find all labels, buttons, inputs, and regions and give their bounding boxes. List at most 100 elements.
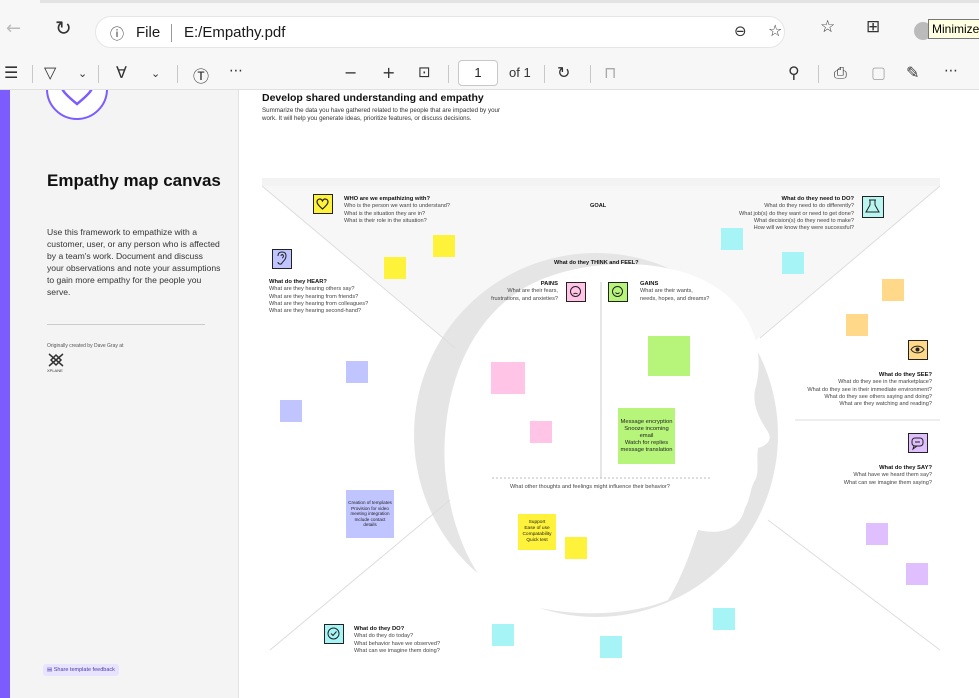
favorites-icon[interactable]: ☆ [820, 17, 835, 37]
sticky-note[interactable] [882, 279, 904, 301]
settings-more-icon[interactable]: ⋯ [944, 63, 958, 79]
sticky-note[interactable] [492, 624, 514, 646]
zoom-out-icon[interactable]: − [344, 63, 357, 82]
sticky-note[interactable] [782, 252, 804, 274]
divider-line [767, 519, 941, 651]
url-bar[interactable]: ⓘ File E:/Empathy.pdf ⊖ ☆ [95, 16, 785, 48]
sticky-note[interactable] [906, 563, 928, 585]
zoom-out-icon[interactable]: ⊖ [734, 22, 747, 40]
need-line: What job(s) do they want or need to get … [738, 210, 854, 217]
page-view-icon[interactable]: ⊓ [604, 63, 616, 82]
heart-badge [46, 90, 108, 120]
search-icon[interactable]: ⚲ [788, 63, 800, 82]
collections-icon[interactable]: ⊞ [866, 17, 880, 37]
ear-icon [277, 251, 287, 265]
sticky-note[interactable] [433, 235, 455, 257]
sticky-note[interactable] [713, 608, 735, 630]
tab-strip-edge [40, 0, 979, 3]
save-icon[interactable]: ▢ [871, 63, 886, 82]
logo-text: XPLANE [47, 368, 63, 373]
contents-icon[interactable]: ☰ [4, 63, 18, 82]
canvas-subheading: Summarize the data you have gathered rel… [262, 107, 501, 123]
page-number-input[interactable]: 1 [458, 60, 498, 86]
who-line: What is the situation they are in? [344, 210, 426, 217]
who-title: WHO are we empathizing with? [344, 196, 430, 202]
do-line: What can we imagine them doing? [354, 647, 440, 654]
gains-sticky-note[interactable]: Message encryption Snooze incoming email… [618, 408, 675, 464]
who-icon-box [313, 194, 333, 214]
hear-sticky-note[interactable]: Creation of templates Provision for vide… [346, 490, 394, 538]
feedback-button[interactable]: ▤ Share template feedback [43, 664, 119, 676]
divider [47, 324, 205, 325]
draw-icon[interactable]: ∀ [116, 63, 127, 82]
print-icon[interactable]: ⎙ [834, 63, 847, 83]
sticky-note[interactable] [846, 314, 868, 336]
xplane-logo-icon [48, 353, 64, 367]
hear-title: What do they HEAR? [269, 279, 327, 285]
rotate-icon[interactable]: ↻ [557, 63, 570, 82]
text-box-icon[interactable]: Ⓣ [193, 63, 209, 87]
highlight-dropdown-icon[interactable]: ⌄ [78, 67, 87, 80]
who-block: WHO are we empathizing with? Who is the … [344, 196, 484, 225]
url-text: E:/Empathy.pdf [184, 24, 286, 41]
page-total-label: of 1 [509, 65, 531, 80]
sticky-note[interactable] [280, 400, 302, 422]
pains-icon-box [566, 282, 586, 302]
sticky-note[interactable] [384, 257, 406, 279]
need-icon-box [862, 196, 884, 218]
empathy-canvas: Develop shared understanding and empathy… [240, 90, 979, 698]
toolbar-separator [448, 65, 449, 83]
toolbar-separator [590, 65, 591, 83]
favorite-add-icon[interactable]: ☆ [768, 21, 782, 40]
feedback-icon: ▤ [47, 667, 54, 673]
do-icon-box [324, 624, 344, 644]
do-line: What do they do today? [354, 633, 414, 640]
back-arrow-icon[interactable]: ← [6, 18, 21, 39]
check-circle-icon [327, 627, 340, 640]
gains-line: What are their wants, [640, 288, 693, 295]
sticky-note[interactable] [866, 523, 888, 545]
heart-icon [316, 198, 329, 210]
canvas-heading: Develop shared understanding and empathy [262, 92, 484, 104]
need-line: How will we know they were successful? [753, 225, 854, 232]
see-line: What do they see in the marketplace? [838, 379, 932, 386]
highlight-icon[interactable]: ▽ [44, 63, 56, 82]
other-sticky-note[interactable]: Support Ease of use Compatability Quick … [518, 514, 556, 550]
more-tools-icon[interactable]: ⋯ [229, 63, 243, 79]
gains-title: GAINS [640, 281, 659, 287]
sticky-note[interactable] [491, 362, 525, 394]
need-title: What do they need to DO? [781, 196, 854, 202]
say-line: What have we heard them say? [853, 472, 932, 479]
fit-width-icon[interactable]: ⊡ [418, 63, 431, 81]
pdf-toolbar: ☰ ▽ ⌄ ∀ ⌄ Ⓣ ⋯ − + ⊡ 1 of 1 ↻ ⊓ ⚲ ⎙ ▢ ✎ ⋯ [0, 56, 979, 90]
toolbar-separator [544, 65, 545, 83]
refresh-icon[interactable]: ↻ [55, 16, 72, 40]
goal-label: GOAL [590, 203, 607, 209]
hear-line: What are they hearing second-hand? [269, 308, 362, 315]
url-scheme-label: File [136, 24, 161, 41]
hear-line: What are they hearing from friends? [269, 293, 359, 300]
see-line: What are they watching and reading? [839, 401, 932, 408]
sticky-note[interactable] [600, 636, 622, 658]
sticky-note[interactable] [346, 361, 368, 383]
other-thoughts-label: What other thoughts and feelings might i… [510, 484, 670, 490]
info-icon[interactable]: ⓘ [110, 24, 124, 44]
hear-line: What are they hearing from colleagues? [269, 300, 369, 307]
zoom-in-icon[interactable]: + [382, 63, 395, 82]
sticky-note[interactable] [721, 228, 743, 250]
need-line: What do they need to do differently? [764, 203, 854, 210]
draw-dropdown-icon[interactable]: ⌄ [151, 67, 160, 80]
sticky-note[interactable] [648, 336, 690, 376]
template-description: Use this framework to empathize with a c… [47, 227, 221, 297]
sticky-note[interactable] [530, 421, 552, 443]
pains-line: frustrations, and anxieties? [491, 295, 558, 302]
save-as-icon[interactable]: ✎ [906, 63, 919, 82]
toolbar-separator [818, 65, 819, 83]
see-line: What do they see in their immediate envi… [807, 386, 932, 393]
gains-icon-box [608, 282, 628, 302]
see-line: What do they see others saying and doing… [824, 393, 932, 400]
sticky-note[interactable] [565, 537, 587, 559]
need-line: What decision(s) do they need to make? [753, 217, 854, 224]
toolbar-separator [177, 65, 178, 83]
pains-block: PAINS What are their fears, frustrations… [466, 281, 558, 303]
